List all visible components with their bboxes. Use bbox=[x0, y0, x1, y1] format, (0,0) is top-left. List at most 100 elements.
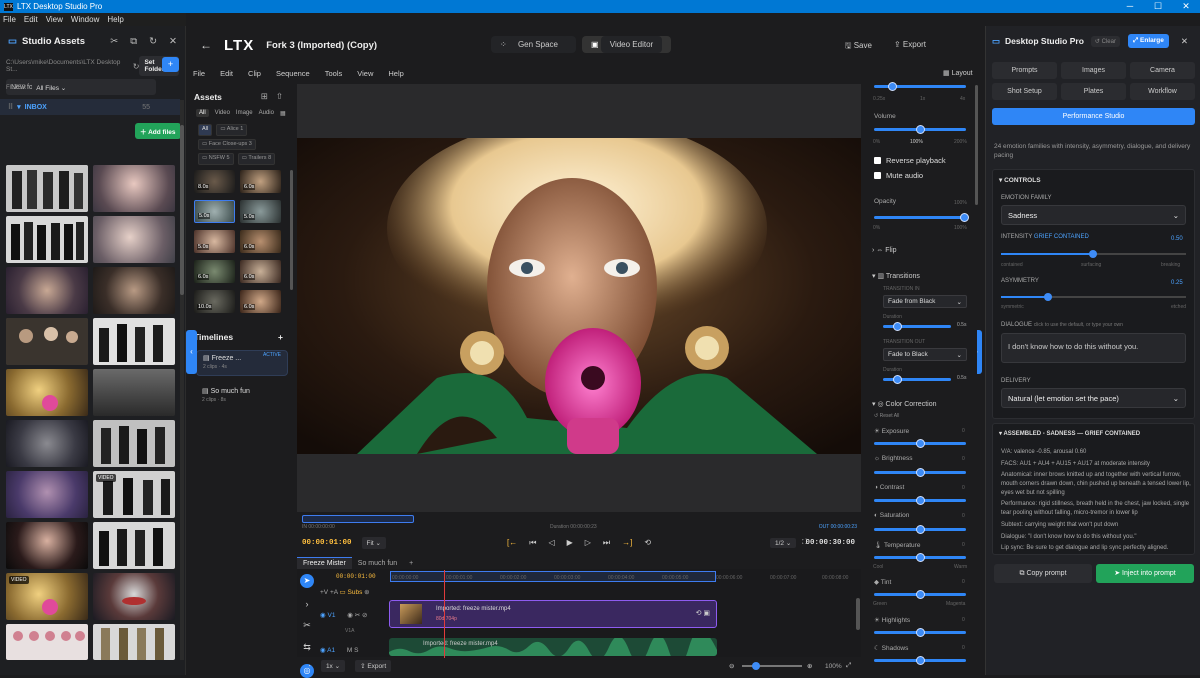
mute-solo-icon[interactable]: M S bbox=[347, 647, 359, 654]
asset-thumb[interactable] bbox=[6, 216, 88, 263]
opacity-slider[interactable] bbox=[874, 213, 969, 222]
transition-in-duration[interactable] bbox=[883, 322, 951, 331]
playhead[interactable] bbox=[444, 570, 445, 658]
highlights-slider[interactable] bbox=[874, 628, 966, 637]
tab-plates[interactable]: Plates bbox=[1061, 83, 1126, 100]
go-end-icon[interactable]: ⏭ bbox=[603, 538, 610, 548]
menu-window[interactable]: Window bbox=[71, 15, 99, 24]
editor-menu-tools[interactable]: Tools bbox=[325, 69, 343, 78]
asset-thumb[interactable]: VIDEO bbox=[93, 471, 175, 518]
back-arrow-icon[interactable]: ← bbox=[200, 38, 212, 52]
volume-slider[interactable] bbox=[874, 125, 966, 134]
timeline-item[interactable]: ▤ Freeze ... ACTIVE 2 clips · 4s bbox=[196, 350, 288, 376]
asymmetry-slider[interactable] bbox=[1001, 293, 1186, 301]
asset-thumb[interactable] bbox=[93, 522, 175, 569]
asset-thumb[interactable] bbox=[93, 420, 175, 467]
play-icon[interactable]: ▶ bbox=[567, 538, 573, 548]
select-tool-icon[interactable]: ➤ bbox=[300, 574, 314, 588]
speed-slider[interactable] bbox=[874, 82, 966, 91]
copy-prompt-button[interactable]: ⧉ Copy prompt bbox=[994, 564, 1092, 583]
transition-in-select[interactable]: Fade from Black ⌄ bbox=[883, 295, 967, 308]
performance-studio-tab[interactable]: Performance Studio bbox=[992, 108, 1195, 125]
zoom-out-icon[interactable]: ⊖ bbox=[729, 662, 734, 670]
collapse-left-tab[interactable]: ‹ bbox=[186, 330, 197, 374]
asset-thumb[interactable] bbox=[93, 267, 175, 314]
add-files-button[interactable]: ＋ Add files bbox=[135, 123, 181, 139]
transition-out-duration[interactable] bbox=[883, 375, 951, 384]
saturation-slider[interactable] bbox=[874, 525, 966, 534]
editor-menu-help[interactable]: Help bbox=[388, 69, 403, 78]
transition-out-select[interactable]: Fade to Black ⌄ bbox=[883, 348, 967, 361]
collapse-icon[interactable]: ✂ bbox=[110, 36, 118, 47]
video-editor-button[interactable]: ▣ Video Editor bbox=[581, 36, 672, 53]
save-button[interactable]: 🖫 Save bbox=[845, 40, 872, 54]
refresh-icon[interactable]: ↻ bbox=[149, 36, 157, 47]
assembled-header[interactable]: ▾ ASSEMBLED - SADNESS — GRIEF CONTAINED bbox=[993, 424, 1194, 443]
emotion-family-select[interactable]: Sadness ⌄ bbox=[1001, 205, 1186, 225]
slip-icon[interactable]: ⇆ bbox=[303, 642, 311, 653]
asset-thumb[interactable] bbox=[93, 573, 175, 620]
asset-thumb[interactable] bbox=[6, 624, 88, 660]
zoom-slider[interactable] bbox=[742, 662, 802, 670]
assets-sub-scrollbar[interactable] bbox=[290, 170, 293, 290]
reset-all-button[interactable]: ↺ Reset All bbox=[874, 413, 899, 419]
step-forward-icon[interactable]: ▷ bbox=[585, 538, 591, 548]
filter-select[interactable]: All Files ⌄ bbox=[32, 82, 71, 94]
subs-button[interactable]: ▭ Subs bbox=[340, 589, 363, 596]
chip-face-closeups[interactable]: ▭ Face Close-ups 3 bbox=[198, 138, 256, 151]
editor-menu-file[interactable]: File bbox=[193, 69, 205, 78]
mark-out-icon[interactable]: →] bbox=[622, 538, 632, 548]
asset-thumb[interactable] bbox=[6, 267, 88, 314]
scrub-bar[interactable]: IN 00:00:00:00 Duration 00:00:00:23 OUT … bbox=[300, 512, 861, 534]
asset-clip[interactable]: 5.0s bbox=[194, 200, 235, 223]
add-video-track-icon[interactable]: +V bbox=[320, 589, 328, 596]
temperature-slider[interactable] bbox=[874, 553, 966, 562]
asset-clip[interactable]: 5.0s bbox=[240, 200, 281, 223]
tab-prompts[interactable]: Prompts bbox=[992, 62, 1057, 79]
minimize-icon[interactable]: ─ bbox=[1116, 1, 1144, 12]
preview-frame[interactable] bbox=[297, 138, 861, 454]
fullscreen-icon[interactable]: ⧉ bbox=[130, 36, 137, 47]
timeline-scrollbar[interactable] bbox=[856, 598, 860, 630]
asset-thumb[interactable] bbox=[6, 165, 88, 212]
zoom-in-icon[interactable]: ⊕ bbox=[807, 662, 812, 670]
assets-scrollbar[interactable] bbox=[180, 100, 184, 660]
editor-menu-sequence[interactable]: Sequence bbox=[276, 69, 310, 78]
tab-shot-setup[interactable]: Shot Setup bbox=[992, 83, 1057, 100]
asset-clip[interactable]: 6.0s bbox=[240, 230, 281, 253]
close-studio-icon[interactable]: ✕ bbox=[1181, 36, 1188, 47]
contrast-slider[interactable] bbox=[874, 496, 966, 505]
timeline-ruler[interactable]: 00:00:00:00 00:00:01:00 00:00:02:00 00:0… bbox=[390, 572, 855, 582]
asset-thumb[interactable] bbox=[93, 216, 175, 263]
in-out-range[interactable] bbox=[302, 515, 414, 523]
create-folder-button[interactable]: + bbox=[162, 57, 179, 72]
inbox-folder[interactable]: ⠿ ▾ INBOX 55 bbox=[0, 99, 180, 115]
enlarge-button[interactable]: ⤢ Enlarge bbox=[1128, 34, 1169, 48]
clear-button[interactable]: ↺ Clear bbox=[1090, 35, 1120, 47]
props-scrollbar[interactable] bbox=[975, 85, 978, 205]
visibility-icon[interactable]: ◉ ✂ ⊘ bbox=[347, 612, 367, 619]
layout-button[interactable]: ▦ Layout bbox=[943, 69, 973, 77]
fit-timeline-icon[interactable]: ⤢ bbox=[846, 662, 851, 670]
audio-clip[interactable]: Imported: freeze mister.mp4 bbox=[389, 638, 717, 656]
asset-thumb[interactable] bbox=[6, 522, 88, 569]
export-clip-button[interactable]: ⇪ Export bbox=[355, 660, 392, 672]
razor-icon[interactable]: ✂ bbox=[303, 620, 311, 631]
asset-clip[interactable]: 6.0s bbox=[194, 260, 235, 283]
asset-thumb[interactable] bbox=[6, 318, 88, 365]
asset-thumb[interactable] bbox=[6, 369, 88, 416]
editor-menu-view[interactable]: View bbox=[357, 69, 373, 78]
menu-view[interactable]: View bbox=[46, 15, 63, 24]
chip-trailers[interactable]: ▭ Trailers 8 bbox=[237, 153, 276, 166]
gen-space-button[interactable]: ⁘ Gen Space bbox=[491, 36, 576, 53]
color-correction-section[interactable]: ▾ ◎ Color Correction bbox=[872, 400, 936, 408]
tab-so-much-fun[interactable]: So much fun bbox=[352, 558, 403, 569]
add-tab-icon[interactable]: + bbox=[403, 558, 419, 569]
chip-alice[interactable]: ▭ Alice 1 bbox=[216, 124, 248, 136]
export-button[interactable]: ⇪ Export bbox=[894, 40, 926, 54]
asset-clip[interactable]: 6.0s bbox=[240, 260, 281, 283]
tab-images[interactable]: Images bbox=[1061, 62, 1126, 79]
reload-icon[interactable]: ↻ bbox=[133, 62, 140, 71]
speed-select[interactable]: 1x ⌄ bbox=[320, 660, 346, 672]
asset-clip[interactable]: 10.0s bbox=[194, 290, 235, 313]
